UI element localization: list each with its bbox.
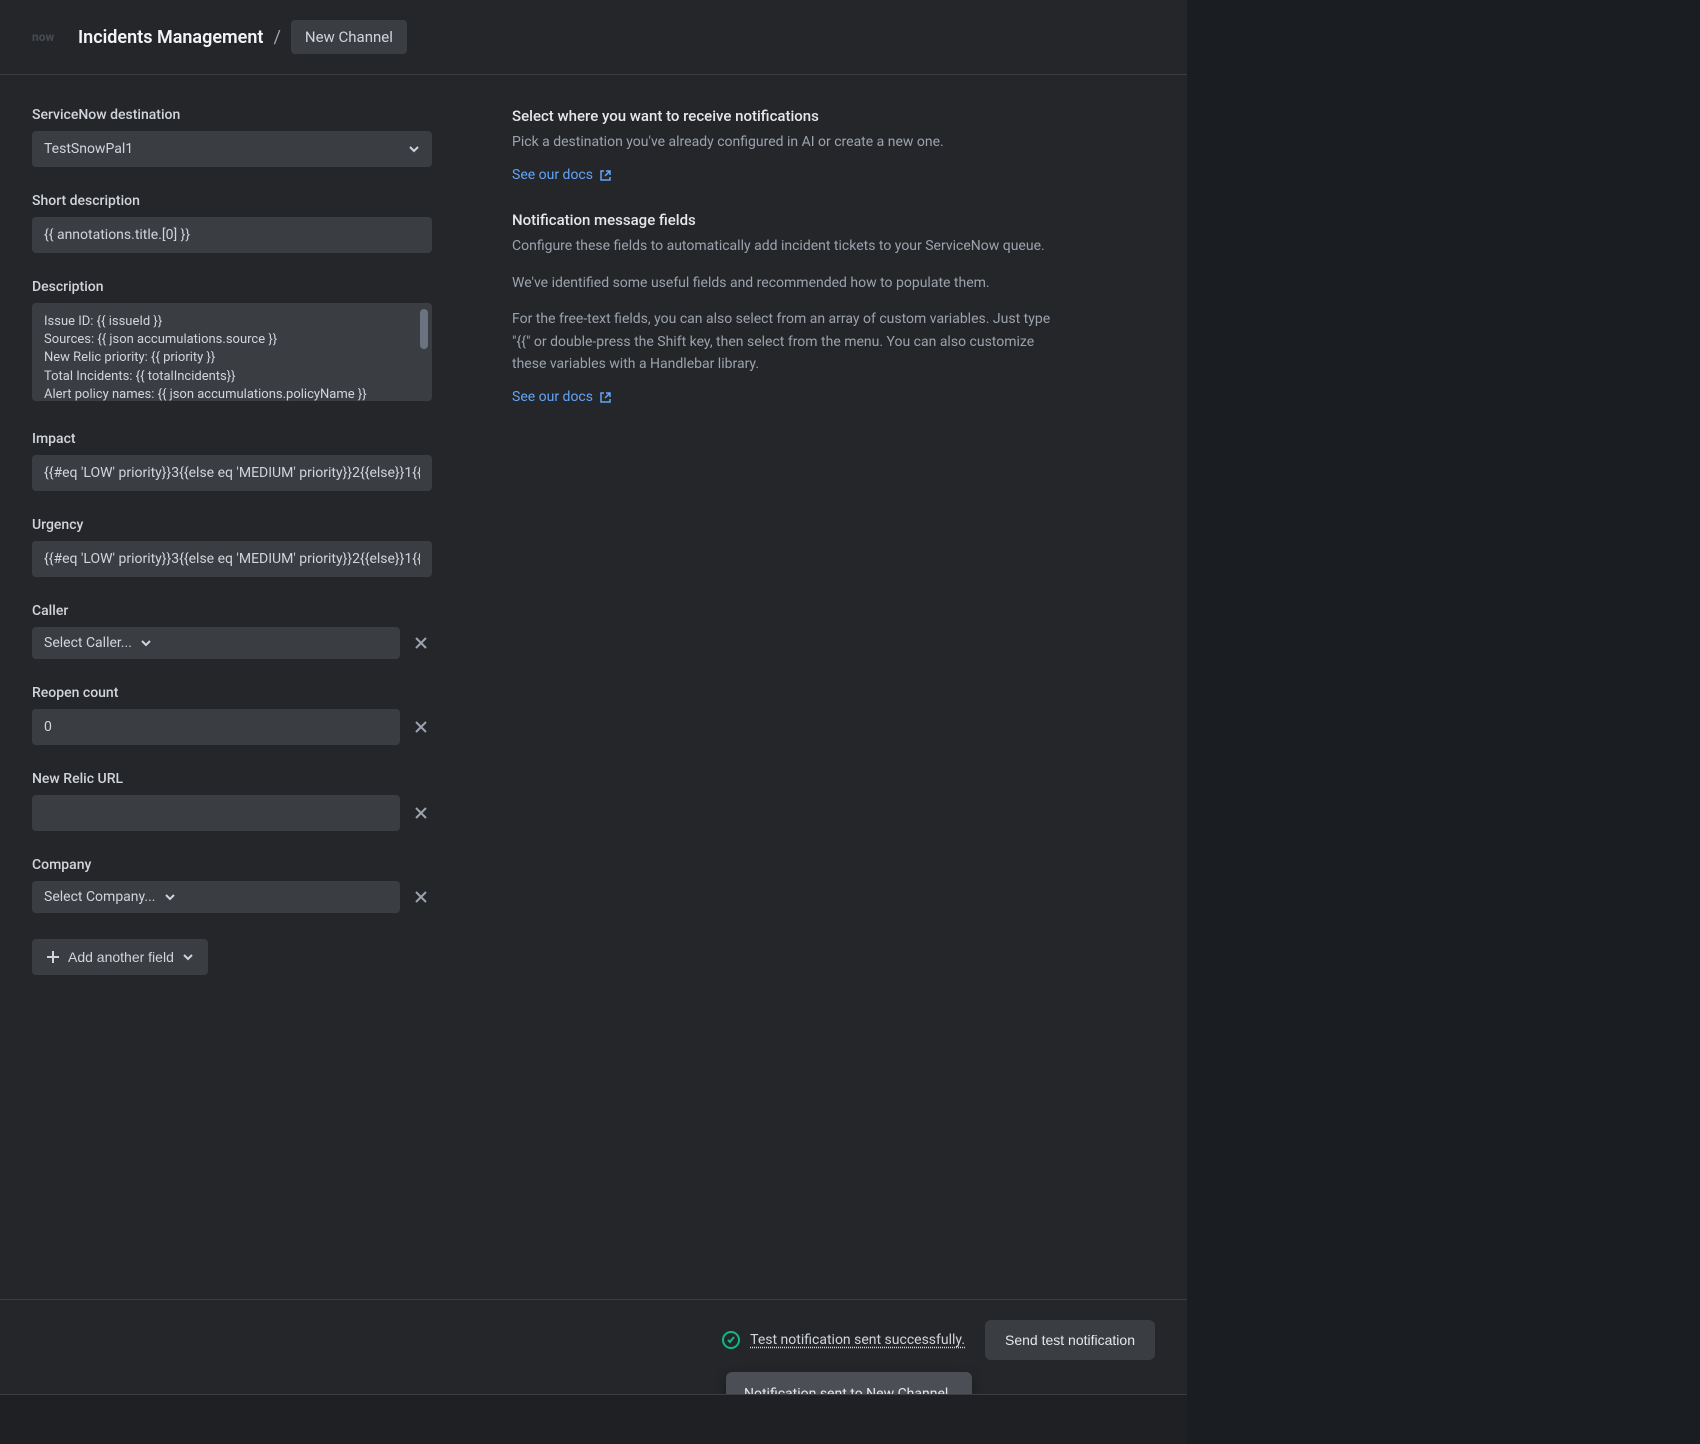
add-field-label: Add another field — [68, 949, 174, 965]
breadcrumb-title: Incidents Management — [78, 27, 263, 48]
add-field-button[interactable]: Add another field — [32, 939, 208, 975]
caller-placeholder: Select Caller... — [44, 635, 132, 651]
impact-label: Impact — [32, 431, 432, 447]
info-text-2c: For the free-text fields, you can also s… — [512, 308, 1052, 375]
new-relic-url-label: New Relic URL — [32, 771, 432, 787]
close-icon — [414, 890, 428, 904]
bottom-strip — [0, 1394, 1187, 1444]
test-status: Test notification sent successfully. — [722, 1331, 965, 1349]
reopen-count-label: Reopen count — [32, 685, 432, 701]
chevron-down-icon — [408, 143, 420, 155]
chevron-down-icon — [140, 637, 152, 649]
info-column: Select where you want to receive notific… — [512, 107, 1052, 975]
caller-label: Caller — [32, 603, 432, 619]
breadcrumb-current: New Channel — [291, 20, 407, 54]
destination-label: ServiceNow destination — [32, 107, 432, 123]
description-textarea[interactable] — [32, 303, 432, 401]
caller-clear-button[interactable] — [410, 632, 432, 654]
urgency-label: Urgency — [32, 517, 432, 533]
destination-value: TestSnowPal1 — [44, 141, 133, 157]
external-link-icon — [599, 169, 612, 182]
info-text-2b: We've identified some useful fields and … — [512, 272, 1052, 294]
urgency-input[interactable] — [32, 541, 432, 577]
short-description-input[interactable] — [32, 217, 432, 253]
test-status-text[interactable]: Test notification sent successfully. — [750, 1332, 965, 1348]
check-circle-icon — [722, 1331, 740, 1349]
new-relic-url-input[interactable] — [32, 795, 400, 831]
impact-input[interactable] — [32, 455, 432, 491]
company-label: Company — [32, 857, 432, 873]
new-relic-url-clear-button[interactable] — [410, 802, 432, 824]
logo: now — [32, 27, 68, 47]
reopen-count-clear-button[interactable] — [410, 716, 432, 738]
close-icon — [414, 720, 428, 734]
form-column: ServiceNow destination TestSnowPal1 Shor… — [32, 107, 432, 975]
docs-link-2[interactable]: See our docs — [512, 389, 612, 405]
plus-icon — [46, 950, 60, 964]
send-test-button[interactable]: Send test notification — [985, 1320, 1155, 1360]
caller-select[interactable]: Select Caller... — [32, 627, 400, 659]
info-text-2a: Configure these fields to automatically … — [512, 235, 1052, 257]
reopen-count-input[interactable] — [32, 709, 400, 745]
docs-link-text: See our docs — [512, 389, 593, 405]
close-icon — [414, 806, 428, 820]
close-icon — [414, 636, 428, 650]
docs-link-text: See our docs — [512, 167, 593, 183]
description-label: Description — [32, 279, 432, 295]
footer: Test notification sent successfully. Sen… — [0, 1299, 1187, 1380]
textarea-scrollbar[interactable] — [420, 309, 428, 349]
company-clear-button[interactable] — [410, 886, 432, 908]
destination-select[interactable]: TestSnowPal1 — [32, 131, 432, 167]
docs-link-1[interactable]: See our docs — [512, 167, 612, 183]
chevron-down-icon — [182, 951, 194, 963]
info-heading-1: Select where you want to receive notific… — [512, 107, 1052, 125]
header: now Incidents Management / New Channel — [0, 0, 1187, 75]
external-link-icon — [599, 391, 612, 404]
company-select[interactable]: Select Company... — [32, 881, 400, 913]
breadcrumb-separator: / — [273, 27, 280, 48]
info-text-1: Pick a destination you've already config… — [512, 131, 1052, 153]
info-heading-2: Notification message fields — [512, 211, 1052, 229]
short-description-label: Short description — [32, 193, 432, 209]
chevron-down-icon — [164, 891, 176, 903]
company-placeholder: Select Company... — [44, 889, 156, 905]
